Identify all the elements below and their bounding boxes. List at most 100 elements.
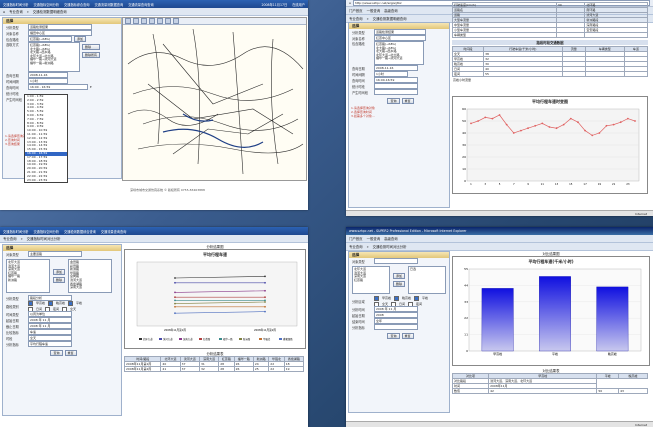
available-listbox[interactable]: 北环大道 滨河大道 深南大道 红荔路 [352,266,390,294]
breadcrumb-item[interactable]: 交通检测数据明细查询 [33,9,67,14]
result-area: 分析结果图 平均行程车速 北环大道 滨河大道 深南大道 红荔路 福华一路 新洲路 华强北 香蜜… [123,244,306,422]
nav-tab[interactable]: 交通指标空间分析 [34,229,60,234]
road-listbox[interactable]: 红荔路(→SEG) 北大路(→SEG) 北大路→西乡路 北环大道→北大路 福华一… [374,41,424,65]
breadcrumb-item[interactable]: 交通检测时间对比分析 [373,244,407,249]
field-label: 查询日期 [352,66,365,71]
query-button[interactable]: 查询 [387,98,400,104]
nav-tab[interactable]: 交通指标综合查询 [64,2,90,7]
object-type-select[interactable] [374,258,418,264]
metric-select[interactable]: 平均行程车速 [28,341,72,347]
period-checkbox[interactable]: 早高峰 [374,295,391,301]
screenshot-top-right: ⌂ http://www.szhpc.net/szgis/jtbz 门户首页 一… [346,0,653,216]
time-range-select[interactable]: 16:00 - 16:59 [28,84,88,90]
delete-button[interactable]: 删除 [393,281,406,287]
reset-button[interactable]: 重置 [401,98,414,104]
breadcrumb-item[interactable]: 专业查询 [9,9,23,14]
period-checkbox[interactable]: 平峰 [414,295,428,301]
data-point [470,122,472,125]
checkbox-icon[interactable] [28,300,33,306]
checkbox-icon[interactable] [414,295,420,301]
table-cell: 19 [283,366,305,372]
nav-link[interactable]: 门户首页 [349,236,363,241]
metric-select[interactable] [374,324,418,330]
checkbox-icon[interactable] [48,300,54,306]
nav-link[interactable]: 一般查询 [367,236,381,241]
list-item[interactable]: 已选 [410,267,444,272]
period-checkbox[interactable]: 平峰 [68,300,82,306]
road-listbox[interactable]: 红荔路(→SEG) 北大路(→SEG) 北大路→西乡路 北环大道→北大路 福华一… [28,42,80,72]
selected-listbox[interactable]: 已选 [408,266,447,294]
data-point [626,117,629,120]
time-dropdown-list[interactable]: 1:00 - 1:59 2:00 - 2:59 3:00 - 3:59 4:00 - … [24,94,68,184]
nav-link[interactable]: 高级查询 [384,236,398,241]
field-label: 统计时段 [352,84,365,89]
table-row: 2008年11月第2周 41 37 32 28 26 25 22 19 [123,366,305,372]
nav-tab[interactable]: 交通流量查询查询 [101,229,127,234]
data-point [605,124,608,127]
list-item[interactable]: 新洲路 [8,278,48,283]
nav-tab[interactable]: 交通指标时间分析 [3,2,29,7]
legend-label: 深南大道 [183,337,193,341]
nav-tab[interactable]: 交通指标空间分析 [34,2,60,7]
period-checkbox[interactable]: 晚高峰 [48,300,65,306]
reset-button[interactable]: 重置 [401,333,414,339]
chevron-down-icon[interactable]: ▾ [90,85,92,89]
breadcrumb-item[interactable]: 交通指标时间对比分析 [27,236,61,241]
nav-tab[interactable]: 交通流量测数据查询 [95,2,124,7]
field-label: 结束时间 [352,319,365,324]
list-item[interactable]: 福华一路→新洲路 [30,61,78,66]
breadcrumb-item[interactable]: 专业查询 [349,16,363,21]
output-select[interactable] [374,89,418,95]
table-cell: 55 [483,71,563,77]
chart-box: 平均行程车速时变图 0 10 20 30 40 50 60 1 3 5 7 9 11 13 15 17 19 21… [452,96,648,194]
checkbox-icon[interactable] [374,295,379,301]
add-button[interactable]: 添加 [53,269,66,275]
breadcrumb-item[interactable]: 专业查询 [349,244,363,249]
checkbox-icon[interactable] [394,295,400,301]
field-label: 分析时间 [352,307,365,312]
nav-tab[interactable]: 交通指标时间分析 [3,229,29,234]
query-button[interactable]: 查询 [50,350,63,356]
breadcrumb-item[interactable]: 交通检测数据明细查询 [373,16,407,21]
list-item[interactable]: 红荔路 [354,278,388,283]
checkbox-icon[interactable] [68,300,74,306]
nav-tab[interactable]: 交通检测数据综合查询 [64,229,96,234]
nav-tab[interactable]: 交通流量查询查询 [128,2,154,7]
available-listbox[interactable]: 北环大道 滨河大道 深南大道 红荔路 福华一路 新洲路 [6,259,50,293]
checkbox-label: 早高峰 [36,301,46,305]
table-cell: 28 [218,366,235,372]
nav-link[interactable]: 一般查询 [367,8,381,13]
selected-listbox[interactable]: 金田路 彩田路 新洲路 华强路 皇岗路 滨河大道 香蜜湖路 深南大道 [68,259,113,293]
breadcrumb: ⌂ 专业查询 » 交通检测数据明细查询 [0,8,308,16]
nav-link[interactable]: 门户首页 [349,8,363,13]
query-button[interactable]: 查询 [387,333,400,339]
field-label: 对象名称 [6,31,19,36]
nav-link[interactable]: 高级查询 [384,8,398,13]
field-label: 时间类型 [6,312,19,317]
delete-button[interactable]: 删除 [53,277,66,283]
delete-button[interactable]: 删除 [82,44,101,50]
status-bar: Internet [346,210,653,216]
y-tick-label: 40 [462,131,466,135]
period-checkbox[interactable]: 晚高峰 [394,295,411,301]
list-item[interactable]: 福华一路→滨河大道 [376,57,422,61]
x-tick-label: 2008年11月第2周 [254,328,276,332]
table-cell: 数值 [451,388,490,394]
breadcrumb-item[interactable]: 专业查询 [3,236,17,241]
data-point [174,277,176,279]
field-label: 查询时间 [6,85,19,90]
object-type-select[interactable]: 主要道路 [28,251,82,257]
data-point [505,123,508,126]
data-point [174,299,176,302]
data-point [491,117,494,120]
map-view[interactable] [122,17,307,181]
x-tick-label: 11 [541,182,545,186]
dropdown-option[interactable]: 23:00 - 23:59 [25,178,67,183]
field-label: 分析类型 [352,30,365,35]
period-checkbox[interactable]: 早高峰 [28,300,46,306]
add-button[interactable]: 添加 [393,273,406,279]
clear-all-button[interactable]: 删除所有 [82,52,101,58]
field-label: 比较指标 [6,330,19,335]
reset-button[interactable]: 重置 [64,350,77,356]
list-item[interactable]: 深南大道 [70,286,110,290]
